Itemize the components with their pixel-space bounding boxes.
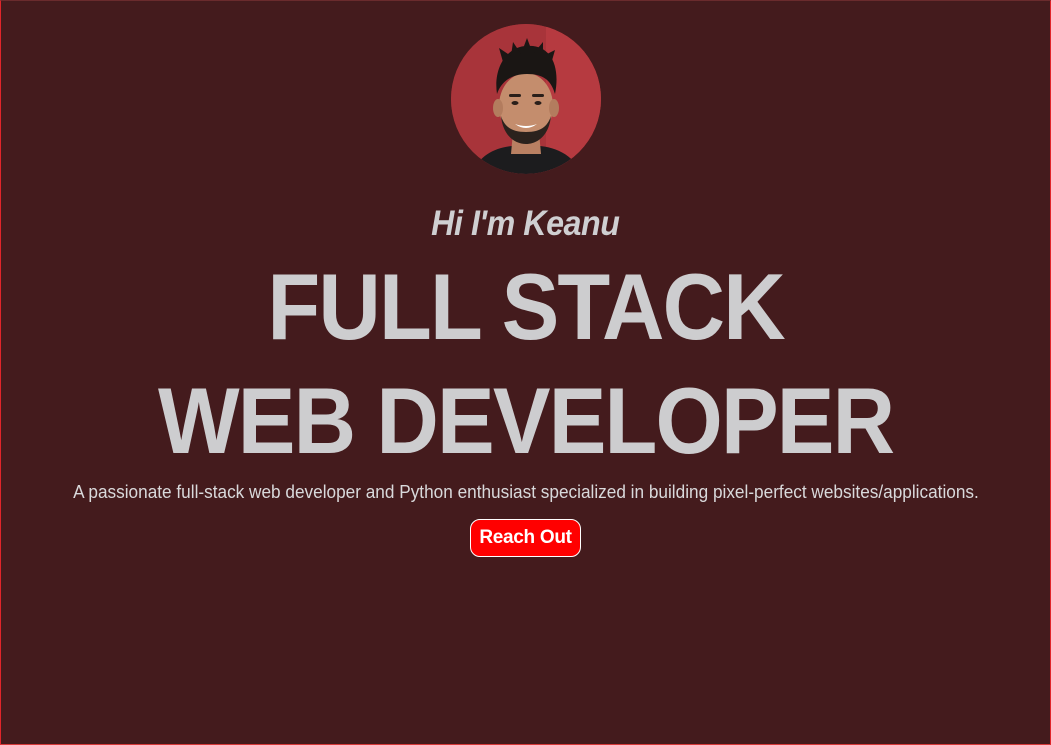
title-line-2: WEB DEVELOPER <box>157 368 895 473</box>
page-title: FULL STACK WEB DEVELOPER <box>157 250 895 478</box>
title-line-1: FULL STACK <box>267 254 785 359</box>
hero-section: Hi I'm Keanu FULL STACK WEB DEVELOPER A … <box>0 0 1051 745</box>
greeting-heading: Hi I'm Keanu <box>431 204 620 243</box>
avatar <box>450 24 601 174</box>
reach-out-button[interactable]: Reach Out <box>470 519 581 557</box>
tagline: A passionate full-stack web developer an… <box>72 481 979 502</box>
avatar-photo <box>450 24 601 174</box>
